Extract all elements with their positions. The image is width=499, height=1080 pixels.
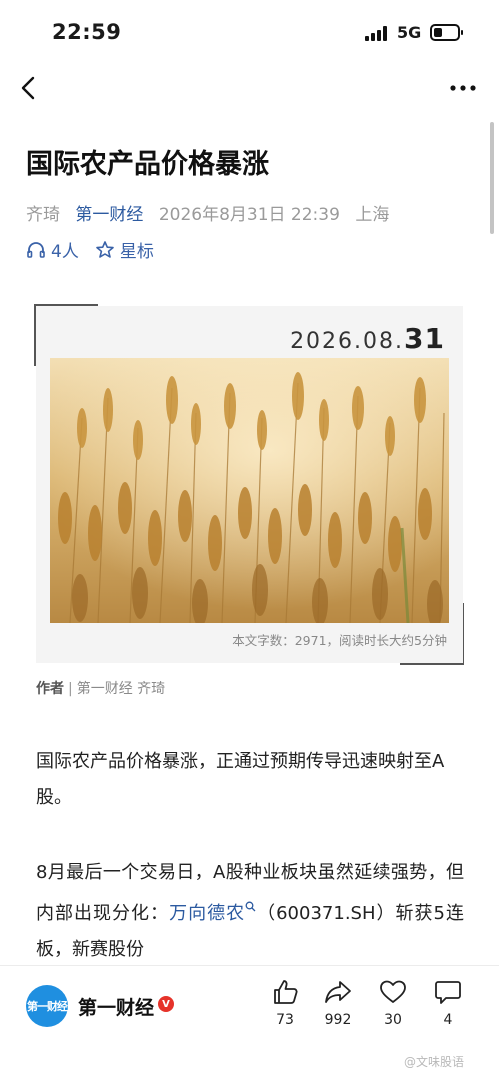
frame-corner-bottom xyxy=(400,663,464,665)
share-button[interactable]: 992 xyxy=(313,978,363,1028)
byline-label: 作者 xyxy=(36,681,64,697)
publish-date: 2026年8月31日 22:39 xyxy=(158,205,340,225)
star-button[interactable]: 星标 xyxy=(95,237,154,262)
search-icon[interactable] xyxy=(245,901,256,915)
byline-separator: | xyxy=(68,681,73,697)
brand-name[interactable]: 第一财经 xyxy=(78,993,154,1020)
favorite-button[interactable]: 30 xyxy=(368,978,418,1028)
back-arrow-icon[interactable] xyxy=(14,72,46,104)
verified-badge: V xyxy=(158,996,174,1012)
listener-count: 4人 xyxy=(51,242,79,262)
source-link[interactable]: 第一财经 xyxy=(75,205,143,225)
comment-button[interactable]: 4 xyxy=(423,978,473,1028)
star-icon xyxy=(96,240,114,258)
article-title: 国际农产品价格暴涨 xyxy=(26,149,269,180)
listen-button[interactable]: 4人 xyxy=(26,237,79,262)
bottom-bar: 第一财经 第一财经 V 73 992 30 4 @文味股语 xyxy=(0,965,499,1080)
battery-icon xyxy=(430,24,463,41)
signal-icon xyxy=(365,25,391,41)
like-button[interactable]: 73 xyxy=(260,978,310,1028)
publish-location: 上海 xyxy=(355,205,390,225)
comment-count: 4 xyxy=(443,1012,453,1028)
favorite-count: 30 xyxy=(384,1012,402,1028)
byline-source: 第一财经 xyxy=(76,681,133,697)
author-name[interactable]: 齐琦 xyxy=(26,205,60,225)
byline-author: 齐琦 xyxy=(137,681,166,697)
cover-card: 2026.08.31 本文字数：2971，阅读时长大约5分钟 xyxy=(36,306,463,663)
status-time: 22:59 xyxy=(52,20,122,44)
star-label: 星标 xyxy=(119,242,154,262)
article-actions: 4人 星标 xyxy=(26,237,170,262)
network-label: 5G xyxy=(397,23,422,42)
brand-logo[interactable]: 第一财经 xyxy=(26,985,68,1027)
comment-icon xyxy=(435,981,461,1004)
paragraph-1: 国际农产品价格暴涨，正通过预期传导迅速映射至A股。 xyxy=(36,751,445,808)
wheat-field-image[interactable] xyxy=(50,358,449,623)
watermark: @文味股语 xyxy=(404,1055,465,1069)
reading-info: 本文字数：2971，阅读时长大约5分钟 xyxy=(232,633,447,648)
status-bar: 22:59 5G xyxy=(0,0,499,64)
article-meta: 齐琦 第一财经 2026年8月31日 22:39 上海 xyxy=(26,200,399,225)
more-dots-icon[interactable] xyxy=(446,76,480,100)
like-count: 73 xyxy=(276,1012,294,1028)
cover-date: 2026.08.31 xyxy=(290,322,445,355)
like-icon xyxy=(274,980,298,1004)
scrollbar[interactable] xyxy=(490,122,494,234)
paragraph-2: 8月最后一个交易日，A股种业板块虽然延续强势，但内部出现分化：万向德农 （6003… xyxy=(36,862,464,960)
stock-link[interactable]: 万向德农 xyxy=(169,903,245,924)
headphones-icon xyxy=(27,241,45,258)
share-icon xyxy=(325,981,351,1003)
heart-icon xyxy=(380,980,406,1003)
share-count: 992 xyxy=(324,1012,352,1028)
byline: 作者 | 第一财经 齐琦 xyxy=(36,678,165,698)
